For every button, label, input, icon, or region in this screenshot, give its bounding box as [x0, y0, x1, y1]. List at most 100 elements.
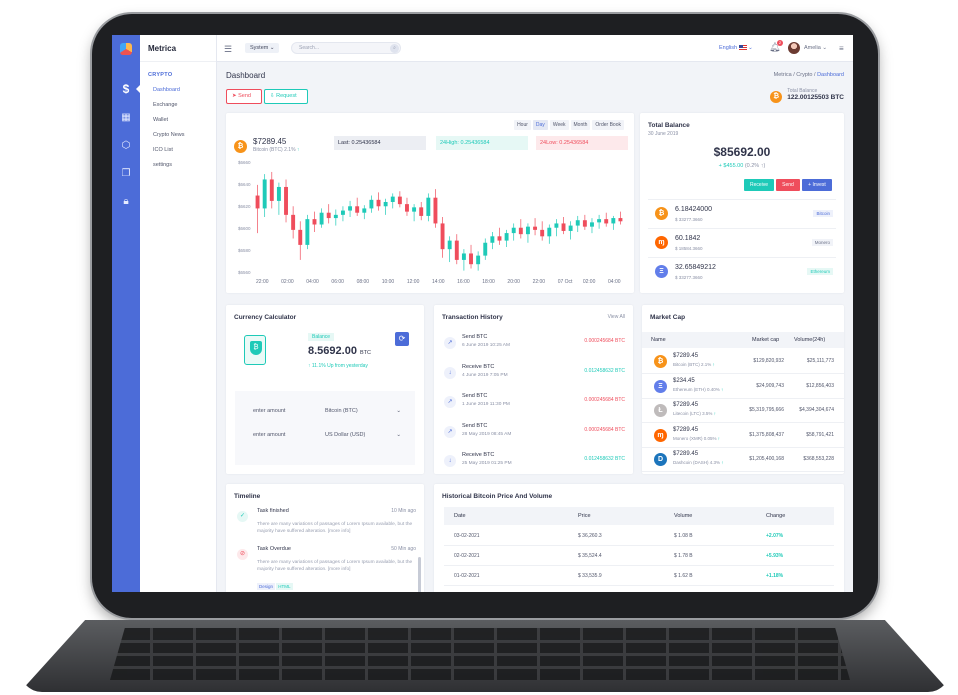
table-row[interactable]: 01-02-2021 $ 33,535.9 $ 1.62 B +1.18% — [444, 566, 834, 586]
list-item[interactable]: ↗ Send BTC 6 June 2019 10:25 AM 0.000245… — [442, 332, 625, 358]
y-tick-label: $6600 — [238, 226, 251, 231]
candle-body — [490, 236, 495, 243]
search-icon[interactable]: ⌕ — [390, 44, 399, 53]
candle-body — [469, 253, 473, 265]
table-row[interactable]: 02-02-2021 $ 35,524.4 $ 1.78 B +5.93% — [444, 546, 834, 566]
lock-icon[interactable]: 🔒︎ — [112, 187, 140, 215]
breadcrumb: Metrica / Crypto / Dashboard — [773, 72, 844, 78]
list-item[interactable]: ↗ Send BTC 28 May 2019 08:45 AM 0.000245… — [442, 421, 625, 447]
candle — [305, 214, 310, 250]
candle — [497, 227, 502, 245]
coin-name-text: Dashcoin (DASH) 4.3% — [673, 460, 721, 465]
avatar[interactable] — [788, 42, 800, 54]
arrow-up-icon: ↑ — [712, 362, 715, 367]
right-menu-icon[interactable]: ≡ — [839, 44, 844, 53]
app-screen: $ ▦ ⬡ ❐ 🔒︎ Metrica CRYPTO Dashboard Exch… — [112, 35, 853, 592]
breadcrumb-item[interactable]: Crypto — [796, 72, 812, 78]
arrow-up-icon: ↑ — [717, 435, 721, 441]
volume-value: $58,791,421 — [806, 431, 834, 438]
currency-select[interactable]: Bitcoin (BTC) ⌄ — [325, 408, 401, 414]
candle — [554, 219, 559, 237]
candle — [590, 218, 594, 234]
sidebar-menu: Metrica CRYPTO Dashboard Exchange Wallet… — [140, 35, 217, 592]
ethereum-icon: Ξ — [655, 265, 668, 278]
sidebar-item-ico-list[interactable]: ICO List — [140, 142, 216, 157]
sidebar-item-dashboard[interactable]: Dashboard — [140, 82, 216, 97]
candle-body — [333, 214, 338, 219]
scrollbar[interactable] — [418, 557, 421, 592]
list-item[interactable]: ↗ Send BTC 1 June 2019 11:30 PM 0.000245… — [442, 391, 625, 417]
amount-input[interactable]: enter amount — [253, 432, 285, 438]
coin-price: $7289.45 — [673, 353, 699, 359]
tab-week[interactable]: Week — [549, 120, 569, 130]
cube-icon[interactable]: ⬡ — [112, 131, 140, 159]
menu-toggle-icon[interactable]: ☰ — [224, 44, 232, 55]
language-label: English — [719, 45, 738, 51]
tab-day[interactable]: Day — [532, 120, 548, 130]
search-input[interactable]: Search... ⌕ — [291, 42, 401, 54]
copy-icon[interactable]: ❐ — [112, 159, 140, 187]
send-button[interactable]: Send — [776, 179, 800, 191]
candle-body — [597, 219, 602, 223]
currency-select[interactable]: US Dollar (USD) ⌄ — [325, 432, 401, 438]
transaction-date: 1 June 2019 11:30 PM — [462, 402, 510, 407]
market-cap-value: $24,909,743 — [756, 382, 784, 389]
table-row[interactable]: ɱ $7289.45 Monero (XMR) 0.05% ↑ $1,375,8… — [642, 425, 844, 448]
table-row[interactable]: D $7289.45 Dashcoin (DASH) 4.3% ↑ $1,205… — [642, 449, 844, 472]
table-row[interactable]: Ł $7289.45 Litecoin (LTC) 3.5% ↑ $5,319,… — [642, 400, 844, 423]
list-item[interactable]: ↓ Receive BTC 25 May 2019 01:25 PM 0.012… — [442, 450, 625, 476]
high-price-stat: 24High: 0.25436584 — [436, 136, 528, 150]
grid-icon[interactable]: ▦ — [112, 103, 140, 131]
low-price-stat: 24Low: 0.25436584 — [536, 136, 628, 150]
invest-button[interactable]: + Invest — [802, 179, 832, 191]
card-title: Transaction History — [442, 314, 503, 321]
table-row[interactable]: Ξ $234.45 Ethereum (ETH) 0.40% ↑ $24,909… — [642, 376, 844, 399]
tab-order-book[interactable]: Order Book — [592, 120, 624, 130]
dollar-icon[interactable]: $ — [112, 75, 140, 103]
candle-body — [383, 201, 388, 207]
volume-cell: $ 1.08 B — [674, 533, 693, 539]
x-tick-label: 02:00 — [582, 279, 596, 285]
candle-body — [511, 227, 516, 234]
tab-month[interactable]: Month — [570, 120, 591, 130]
receive-button[interactable]: Receive — [744, 179, 774, 191]
arrow-down-icon: ↓ — [444, 366, 456, 379]
date-cell: 02-02-2021 — [454, 553, 480, 559]
send-button[interactable]: ➤ Send — [226, 89, 262, 104]
candle-body — [525, 226, 530, 235]
candle-body — [340, 210, 345, 215]
request-button[interactable]: ⇩ Request — [264, 89, 308, 104]
system-dropdown[interactable]: System ⌄ — [245, 43, 280, 53]
table-row[interactable]: ₿ $7289.45 Bitcoin (BTC) 2.1% ↑ $129,820… — [642, 351, 844, 374]
candle-body — [326, 212, 331, 219]
breadcrumb-item[interactable]: Metrica — [774, 72, 792, 78]
user-menu[interactable]: Amelia ⌄ — [804, 45, 827, 51]
currency-select-value: US Dollar (USD) — [325, 432, 366, 438]
candle — [511, 223, 516, 241]
refresh-icon[interactable]: ⟳ — [395, 332, 409, 346]
sidebar-item-crypto-news[interactable]: Crypto News — [140, 127, 216, 142]
view-all-link[interactable]: View All — [608, 314, 625, 320]
sidebar-item-settings[interactable]: settings — [140, 157, 216, 172]
candle — [298, 221, 303, 260]
list-item[interactable]: ↓ Receive BTC 4 June 2019 7:05 PM 0.0124… — [442, 362, 625, 388]
timeline-text: There are many variations of passages of… — [257, 560, 413, 572]
tab-hour[interactable]: Hour — [514, 120, 531, 130]
transaction-type: Send BTC — [462, 334, 488, 340]
sidebar-item-wallet[interactable]: Wallet — [140, 112, 216, 127]
candle-body — [284, 186, 288, 215]
amount-input[interactable]: enter amount — [253, 408, 285, 414]
candle — [525, 223, 530, 243]
language-selector[interactable]: English ⌄ — [719, 45, 753, 51]
coin-tag: Bitcoin — [813, 210, 833, 217]
monero-icon: ɱ — [655, 236, 668, 249]
date-cell: 03-02-2021 — [454, 533, 480, 539]
list-item[interactable]: ₿ 6.18424000 $ 33277.3660 Bitcoin — [648, 200, 836, 229]
list-item[interactable]: ɱ 60.1842 $ 18584.3660 Monero — [648, 229, 836, 258]
sidebar-item-exchange[interactable]: Exchange — [140, 97, 216, 112]
candle-body — [547, 227, 552, 237]
table-row[interactable]: 03-02-2021 $ 36,260.3 $ 1.08 B +2.07% — [444, 526, 834, 546]
change-cell: +2.07% — [766, 533, 784, 539]
candle — [533, 218, 538, 236]
list-item[interactable]: Ξ 32.65849212 $ 33277.3660 Ethereum — [648, 258, 836, 287]
